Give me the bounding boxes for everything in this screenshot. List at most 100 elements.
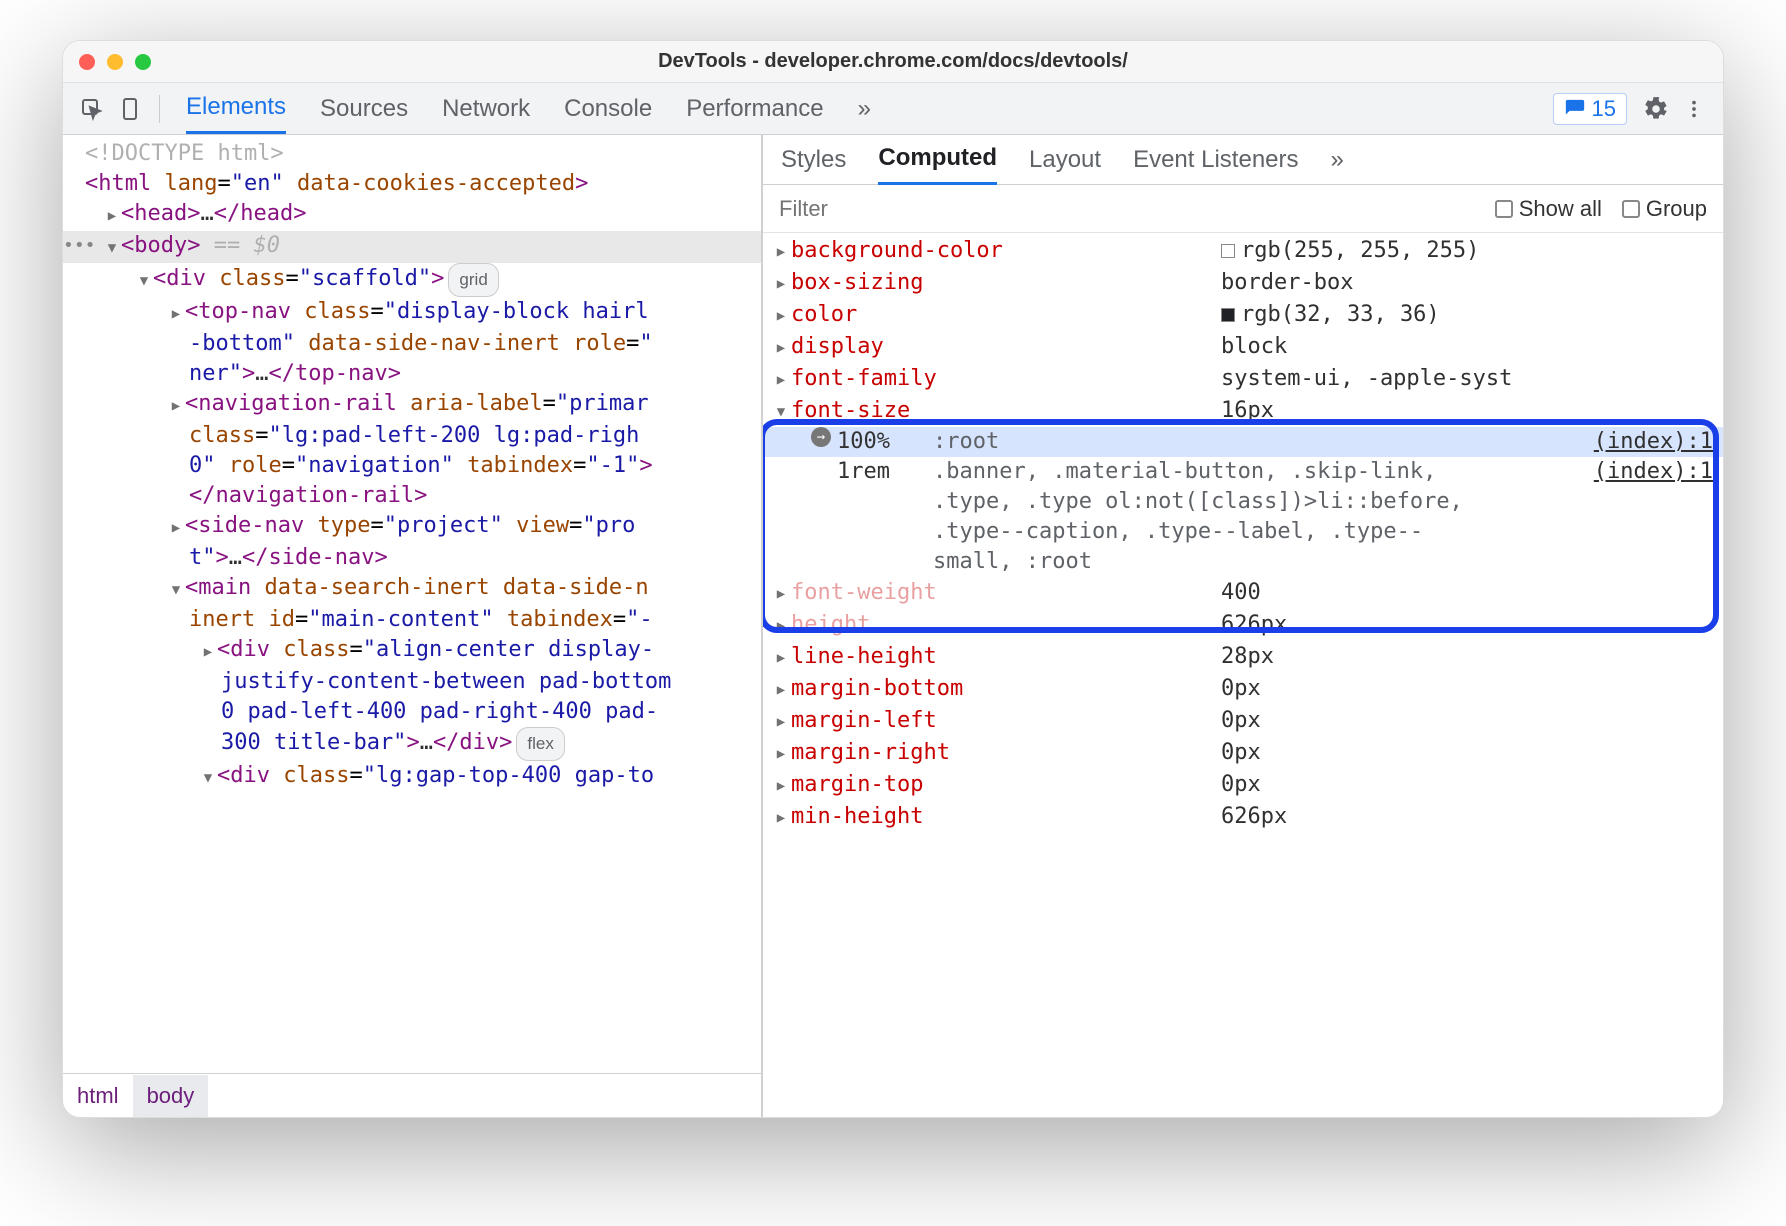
property-name: line-height [791,642,1221,672]
property-name: font-size [791,396,1221,426]
chevron-right-icon[interactable] [771,801,791,833]
property-name: margin-left [791,706,1221,736]
source-link[interactable]: (index):1 [1594,457,1723,487]
tab-console[interactable]: Console [564,85,652,133]
chevron-right-icon[interactable] [167,389,185,421]
filter-input[interactable] [779,196,1475,222]
tabs-more-icon[interactable]: » [858,85,871,133]
computed-property[interactable]: font-size16px [763,395,1723,427]
trace-selector: .banner, .material-button, .skip-link, .… [933,457,1493,577]
computed-property[interactable]: min-height626px [763,801,1723,833]
computed-property[interactable]: height626px [763,609,1723,641]
property-name: height [791,610,1221,640]
filter-bar: Show all Group [763,185,1723,233]
property-value: 16px [1221,396,1274,426]
device-mode-icon[interactable] [115,94,145,124]
breadcrumb: html body [63,1073,761,1117]
computed-property[interactable]: box-sizingborder-box [763,267,1723,299]
computed-property[interactable]: margin-bottom0px [763,673,1723,705]
chevron-right-icon[interactable] [771,705,791,737]
chevron-down-icon[interactable] [199,761,217,793]
chevron-right-icon[interactable] [771,299,791,331]
property-name: box-sizing [791,268,1221,298]
property-name: background-color [791,236,1221,266]
property-name: font-weight [791,578,1221,608]
property-name: margin-bottom [791,674,1221,704]
property-name: display [791,332,1221,362]
layout-badge-flex[interactable]: flex [516,727,564,761]
kebab-menu-icon[interactable] [1679,94,1709,124]
property-value: 0px [1221,706,1261,736]
minimize-icon[interactable] [107,54,123,70]
goto-source-icon[interactable]: → [811,427,831,447]
group-checkbox[interactable]: Group [1622,196,1707,222]
property-value: system-ui, -apple-syst [1221,364,1512,394]
property-value: 28px [1221,642,1274,672]
close-icon[interactable] [79,54,95,70]
computed-property[interactable]: margin-left0px [763,705,1723,737]
main-toolbar: Elements Sources Network Console Perform… [63,83,1723,135]
tab-sources[interactable]: Sources [320,85,408,133]
sidebar-tabs: Styles Computed Layout Event Listeners » [763,135,1723,185]
tab-layout[interactable]: Layout [1029,136,1101,184]
computed-property[interactable]: background-colorrgb(255, 255, 255) [763,235,1723,267]
dom-tree[interactable]: <!DOCTYPE html> <html lang="en" data-coo… [63,135,761,1073]
chevron-right-icon[interactable] [771,267,791,299]
show-all-checkbox[interactable]: Show all [1495,196,1602,222]
chevron-down-icon[interactable] [771,395,791,427]
property-name: min-height [791,802,1221,832]
main-tabs: Elements Sources Network Console Perform… [186,83,871,134]
computed-property[interactable]: margin-right0px [763,737,1723,769]
layout-badge-grid[interactable]: grid [448,263,498,297]
chevron-right-icon[interactable] [167,297,185,329]
source-link[interactable]: (index):1 [1594,427,1723,457]
computed-property[interactable]: font-familysystem-ui, -apple-syst [763,363,1723,395]
tab-performance[interactable]: Performance [686,85,823,133]
trace-selector: :root [933,427,1493,457]
breadcrumb-html[interactable]: html [63,1075,133,1117]
computed-property[interactable]: displayblock [763,331,1723,363]
chevron-right-icon[interactable] [771,609,791,641]
property-name: margin-top [791,770,1221,800]
computed-property[interactable]: colorrgb(32, 33, 36) [763,299,1723,331]
chevron-right-icon[interactable] [771,769,791,801]
property-value: 0px [1221,674,1261,704]
dom-node-body[interactable]: •••<body> == $0 [63,231,761,263]
tab-event-listeners[interactable]: Event Listeners [1133,136,1298,184]
titlebar: DevTools - developer.chrome.com/docs/dev… [63,41,1723,83]
computed-list[interactable]: background-colorrgb(255, 255, 255)box-si… [763,233,1723,1117]
inspect-icon[interactable] [77,94,107,124]
property-value: 400 [1221,578,1261,608]
tab-elements[interactable]: Elements [186,83,286,134]
property-trace-row[interactable]: → 100%:root (index):1 [763,427,1723,457]
chevron-right-icon[interactable] [199,635,217,667]
tabs-more-icon[interactable]: » [1331,136,1344,184]
chevron-right-icon[interactable] [771,331,791,363]
trace-value: 100% [837,427,933,457]
property-value: 626px [1221,802,1287,832]
computed-property[interactable]: font-weight400 [763,577,1723,609]
chevron-right-icon[interactable] [771,235,791,267]
expand-head-icon[interactable] [103,199,121,231]
chevron-down-icon[interactable] [167,573,185,605]
expand-body-icon[interactable] [103,231,121,263]
chevron-right-icon[interactable] [771,363,791,395]
computed-property[interactable]: line-height28px [763,641,1723,673]
issues-button[interactable]: 15 [1553,93,1627,125]
chevron-right-icon[interactable] [771,673,791,705]
tab-styles[interactable]: Styles [781,136,846,184]
breadcrumb-body[interactable]: body [133,1075,209,1117]
computed-property[interactable]: margin-top0px [763,769,1723,801]
maximize-icon[interactable] [135,54,151,70]
tab-computed[interactable]: Computed [878,135,997,185]
property-name: margin-right [791,738,1221,768]
chevron-right-icon[interactable] [771,737,791,769]
tab-network[interactable]: Network [442,85,530,133]
styles-panel: Styles Computed Layout Event Listeners »… [763,135,1723,1117]
chevron-down-icon[interactable] [135,264,153,296]
chevron-right-icon[interactable] [167,511,185,543]
chevron-right-icon[interactable] [771,577,791,609]
settings-icon[interactable] [1641,94,1671,124]
chevron-right-icon[interactable] [771,641,791,673]
property-trace-row[interactable]: 1rem.banner, .material-button, .skip-lin… [763,457,1723,577]
